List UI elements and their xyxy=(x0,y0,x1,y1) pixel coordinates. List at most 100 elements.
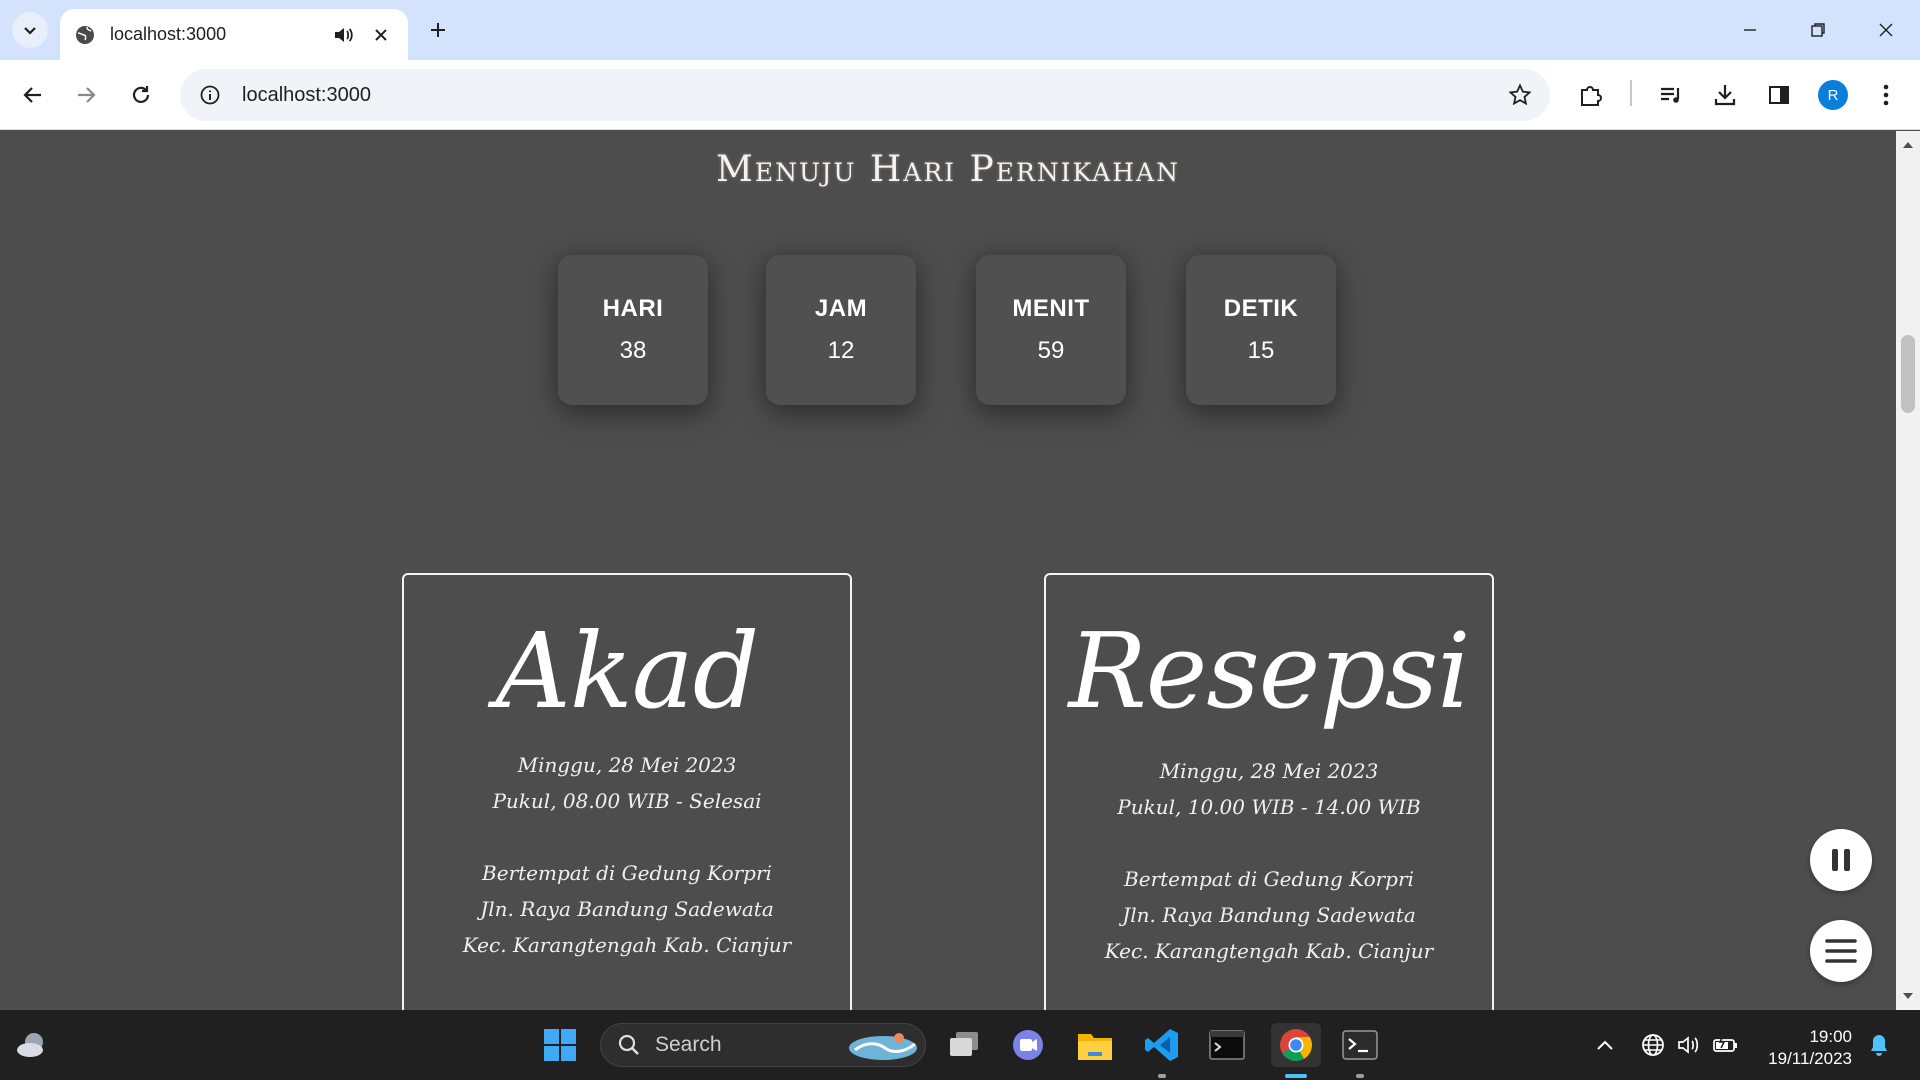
event-title: Resepsi xyxy=(1068,610,1471,732)
search-label: Search xyxy=(655,1033,722,1056)
event-time: Pukul, 08.00 WIB - Selesai xyxy=(492,789,762,813)
arrow-left-icon xyxy=(23,87,41,103)
clock-date: 19/11/2023 xyxy=(1768,1049,1852,1068)
countdown-label: DETIK xyxy=(1223,295,1299,322)
event-venue: Bertempat di Gedung Korpri xyxy=(1124,867,1414,891)
network-globe-icon[interactable] xyxy=(1636,1023,1670,1067)
more-vertical-icon xyxy=(1883,84,1889,106)
window-controls xyxy=(1716,0,1920,60)
navigation-menu-button[interactable] xyxy=(1810,920,1872,982)
vscode-icon[interactable] xyxy=(1140,1023,1184,1067)
event-address-line2: Kec. Karangtengah Kab. Cianjur xyxy=(462,933,792,957)
puzzle-icon xyxy=(1581,86,1602,106)
file-explorer-icon[interactable] xyxy=(1073,1023,1117,1067)
event-card-resepsi: Resepsi Minggu, 28 Mei 2023 Pukul, 10.00… xyxy=(1044,573,1494,1010)
taskbar-search-box[interactable]: Search xyxy=(600,1023,926,1067)
playlist-icon xyxy=(1661,87,1680,103)
notification-bell-icon[interactable] xyxy=(1862,1023,1896,1067)
bookmark-star-icon[interactable] xyxy=(1504,79,1536,111)
battery-charging-icon[interactable] xyxy=(1708,1023,1742,1067)
countdown-value: 38 xyxy=(619,337,647,364)
reload-button[interactable] xyxy=(121,75,161,115)
scrollbar-thumb[interactable] xyxy=(1901,335,1915,413)
info-icon[interactable] xyxy=(194,79,226,111)
arrow-right-icon xyxy=(78,87,96,103)
terminal-icon[interactable] xyxy=(1205,1023,1249,1067)
event-address-line1: Jln. Raya Bandung Sadewata xyxy=(1122,903,1416,927)
countdown-timer: HARI 38 JAM 12 MENIT 59 DETIK 15 xyxy=(558,255,1336,405)
scroll-up-arrow-icon[interactable] xyxy=(1896,135,1920,155)
downloads-button[interactable] xyxy=(1705,75,1745,115)
side-panel-button[interactable] xyxy=(1759,75,1799,115)
windows-start-icon[interactable] xyxy=(538,1023,582,1067)
minimize-icon xyxy=(1744,29,1756,31)
close-tab-icon[interactable] xyxy=(366,20,396,50)
chevron-down-icon xyxy=(24,27,36,35)
browser-tab-active[interactable]: localhost:3000 xyxy=(60,9,408,60)
countdown-seconds: DETIK 15 xyxy=(1186,255,1336,405)
browser-tab-bar: localhost:3000 xyxy=(0,0,1920,60)
tab-search-dropdown-button[interactable] xyxy=(12,12,48,48)
countdown-label: JAM xyxy=(814,295,868,322)
pause-icon xyxy=(1832,849,1850,871)
windows-taskbar: Search 19:00 19/11/2023 xyxy=(0,1010,1920,1080)
countdown-title: Menuju Hari Pernikahan xyxy=(715,149,1180,190)
running-indicator xyxy=(1356,1074,1364,1078)
forward-button[interactable] xyxy=(66,75,106,115)
event-title: Akad xyxy=(495,610,760,732)
weather-widget-icon[interactable] xyxy=(14,1028,50,1064)
media-controls-button[interactable] xyxy=(1651,75,1691,115)
search-highlight-icon xyxy=(849,1033,917,1060)
address-bar[interactable]: localhost:3000 xyxy=(180,69,1550,121)
countdown-value: 59 xyxy=(1037,337,1065,364)
tab-title: localhost:3000 xyxy=(110,24,227,44)
chrome-taskbar-icon[interactable] xyxy=(1271,1023,1321,1067)
close-icon xyxy=(1879,23,1893,37)
hamburger-menu-icon xyxy=(1825,939,1857,963)
download-icon xyxy=(1714,85,1736,106)
back-button[interactable] xyxy=(13,75,53,115)
plus-icon xyxy=(431,23,445,37)
close-window-button[interactable] xyxy=(1852,0,1920,60)
countdown-label: HARI xyxy=(602,295,664,322)
countdown-value: 12 xyxy=(827,337,855,364)
globe-icon xyxy=(74,24,96,46)
clock-time: 19:00 xyxy=(1809,1027,1852,1046)
event-date: Minggu, 28 Mei 2023 xyxy=(1159,759,1379,783)
countdown-days: HARI 38 xyxy=(558,255,708,405)
event-address-line2: Kec. Karangtengah Kab. Cianjur xyxy=(1104,939,1434,963)
show-hidden-icons-chevron-up-icon[interactable] xyxy=(1588,1023,1622,1067)
page-viewport: Menuju Hari Pernikahan HARI 38 JAM 12 ME… xyxy=(0,131,1896,1010)
minimize-button[interactable] xyxy=(1716,0,1784,60)
countdown-hours: JAM 12 xyxy=(766,255,916,405)
chrome-menu-button[interactable] xyxy=(1866,75,1906,115)
page-scrollbar[interactable] xyxy=(1896,131,1920,1010)
event-venue: Bertempat di Gedung Korpri xyxy=(482,861,772,885)
restore-button[interactable] xyxy=(1784,0,1852,60)
countdown-label: MENIT xyxy=(1012,295,1090,322)
running-indicator xyxy=(1158,1074,1166,1078)
browser-toolbar: localhost:3000 xyxy=(0,60,1920,130)
volume-speaker-icon[interactable] xyxy=(1672,1023,1706,1067)
search-icon xyxy=(618,1034,639,1055)
extensions-button[interactable] xyxy=(1571,75,1611,115)
side-panel-icon xyxy=(1769,86,1789,104)
profile-avatar[interactable]: R xyxy=(1818,80,1848,110)
task-view-icon[interactable] xyxy=(942,1023,986,1067)
reload-icon xyxy=(132,86,150,103)
active-app-indicator xyxy=(1285,1074,1307,1078)
speaker-icon[interactable] xyxy=(328,20,358,50)
scroll-down-arrow-icon[interactable] xyxy=(1896,986,1920,1006)
music-pause-button[interactable] xyxy=(1810,829,1872,891)
powershell-terminal-icon[interactable] xyxy=(1338,1023,1382,1067)
countdown-value: 15 xyxy=(1247,337,1275,364)
new-tab-button[interactable] xyxy=(420,12,456,48)
event-time: Pukul, 10.00 WIB - 14.00 WIB xyxy=(1117,795,1421,819)
address-url[interactable]: localhost:3000 xyxy=(242,84,371,107)
restore-icon xyxy=(1811,23,1825,37)
teams-chat-icon[interactable] xyxy=(1006,1023,1050,1067)
system-clock[interactable]: 19:00 19/11/2023 xyxy=(1744,1026,1852,1070)
countdown-minutes: MENIT 59 xyxy=(976,255,1126,405)
event-card-akad: Akad Minggu, 28 Mei 2023 Pukul, 08.00 WI… xyxy=(402,573,852,1010)
event-date: Minggu, 28 Mei 2023 xyxy=(517,753,737,777)
